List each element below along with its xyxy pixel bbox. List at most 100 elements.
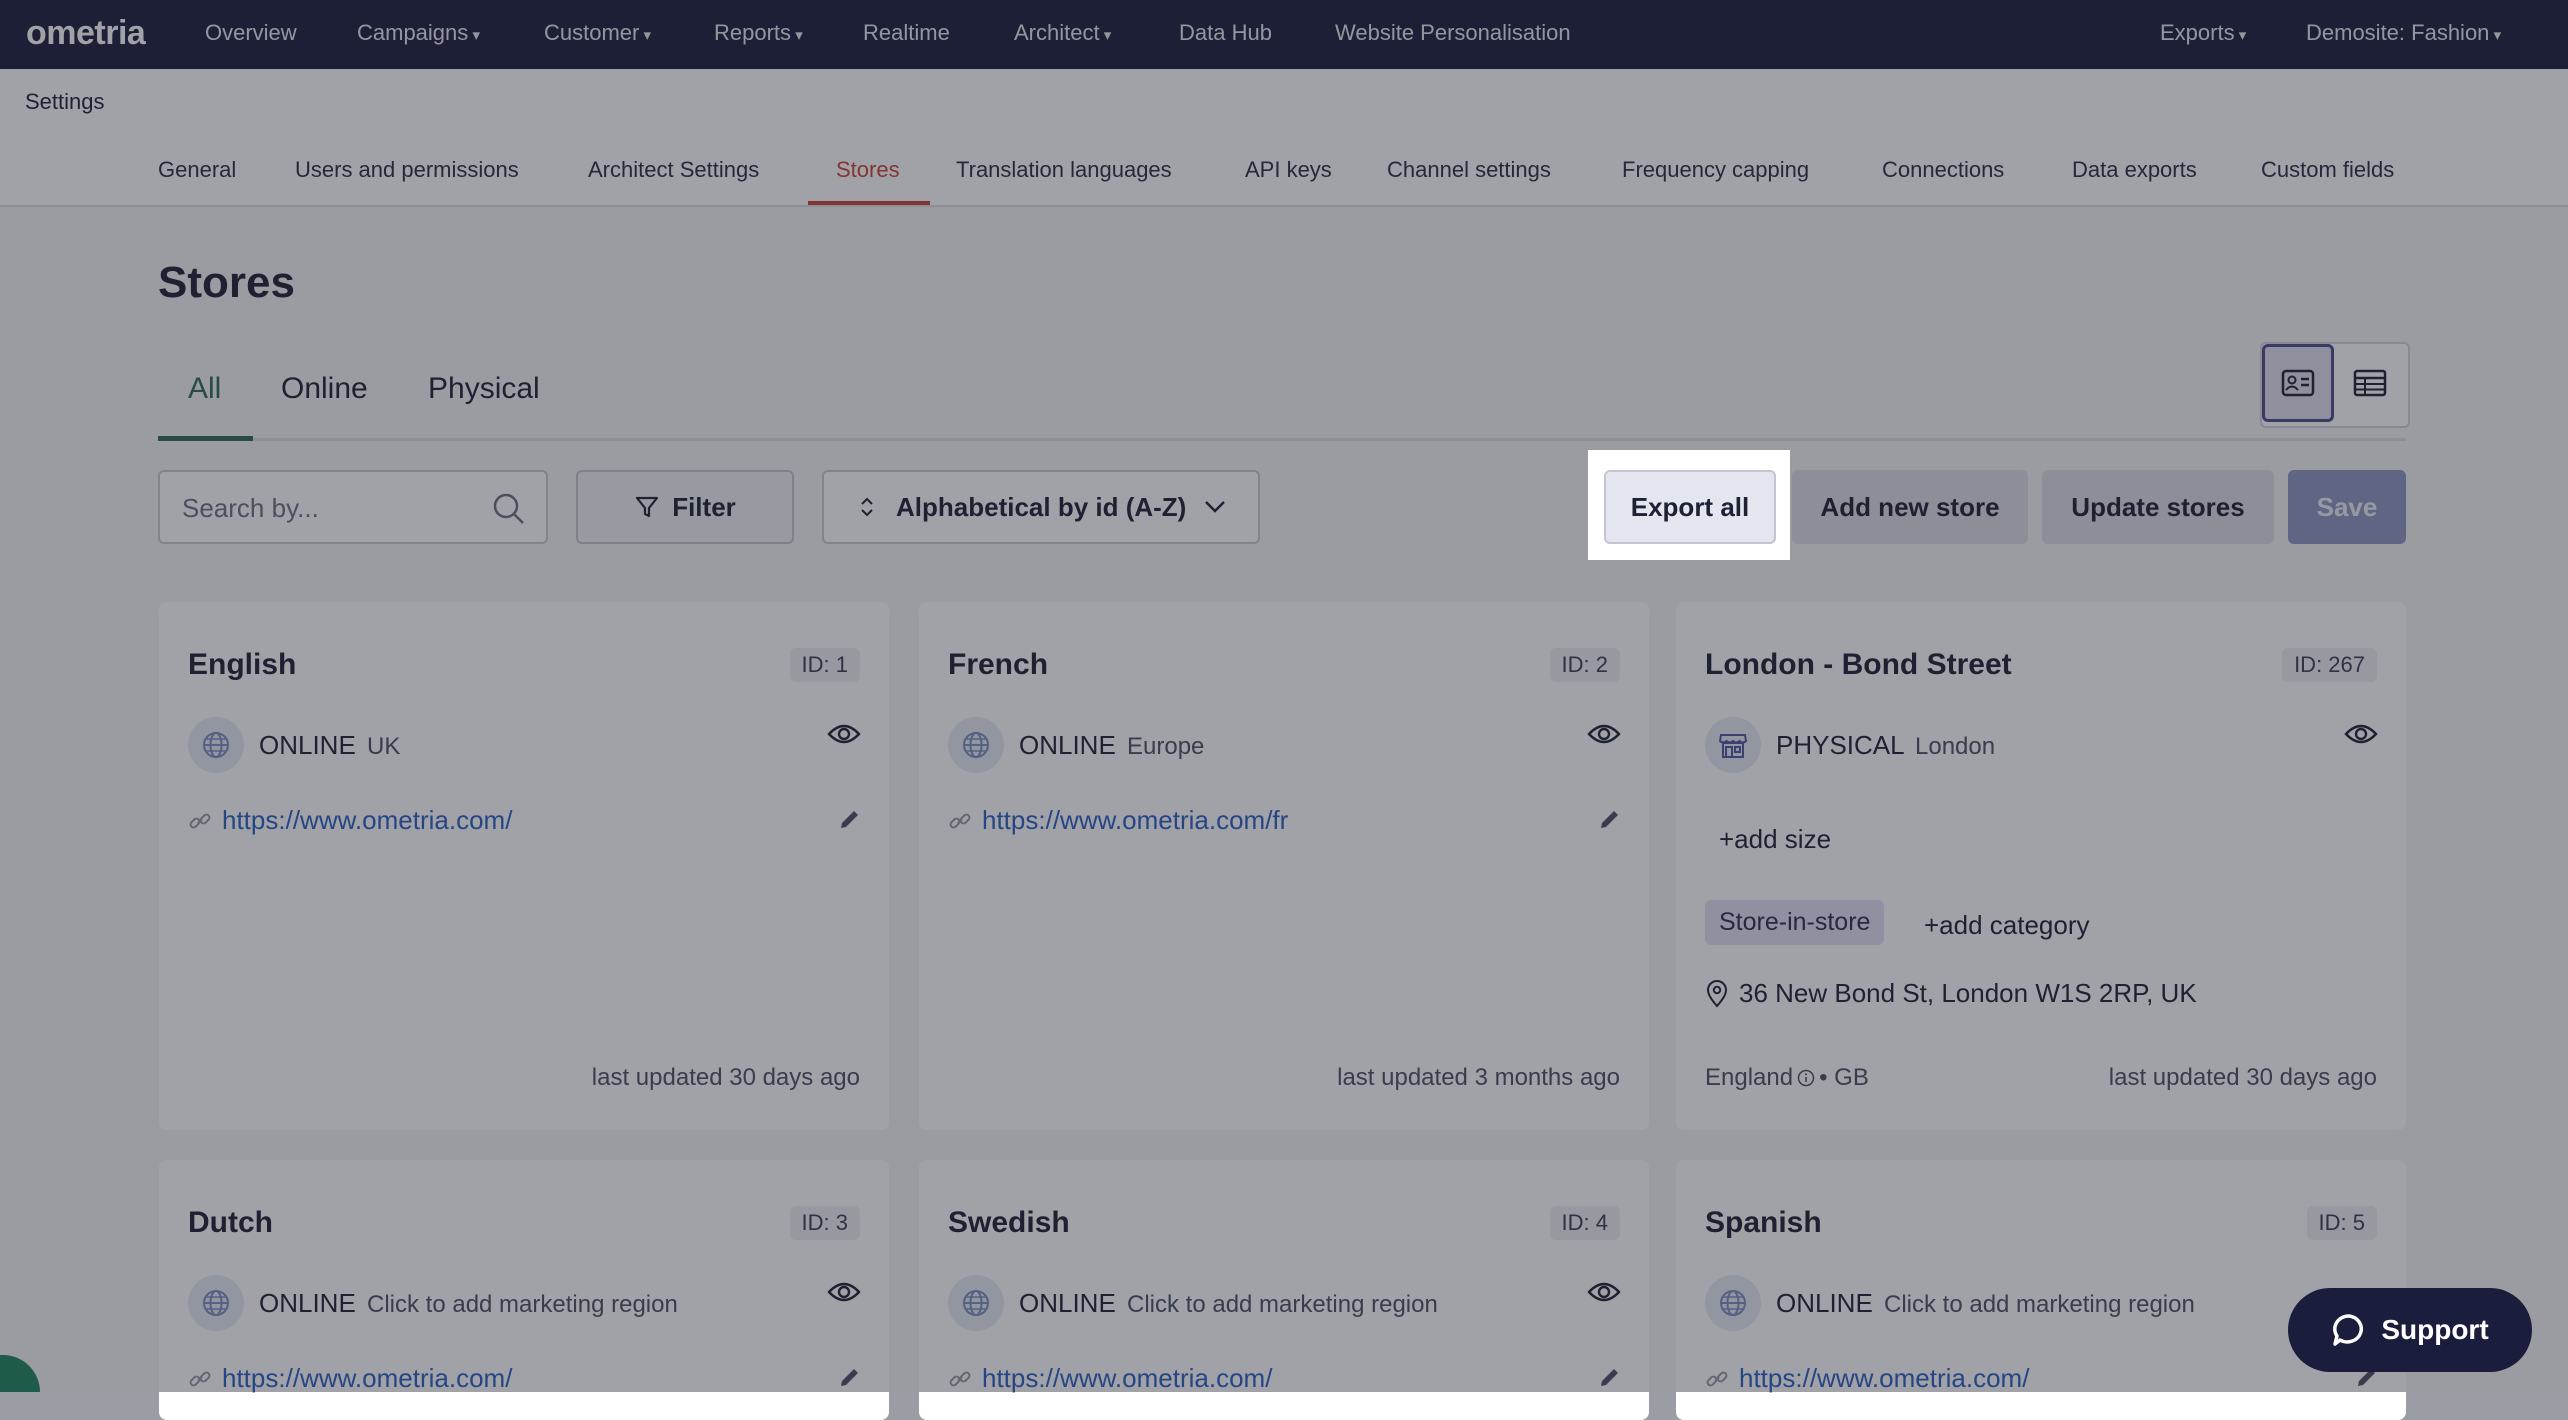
tab-stores[interactable]: Stores <box>836 157 900 183</box>
store-name: Swedish <box>948 1206 1070 1239</box>
tab-connections[interactable]: Connections <box>1882 157 2004 183</box>
tab-users-permissions[interactable]: Users and permissions <box>295 157 519 183</box>
store-region[interactable]: Europe <box>1127 733 1204 761</box>
filter-label: Filter <box>672 491 736 522</box>
tab-data-exports[interactable]: Data exports <box>2072 157 2197 183</box>
tab-general[interactable]: General <box>158 157 236 183</box>
sort-dropdown[interactable]: Alphabetical by id (A-Z) <box>822 470 1260 544</box>
store-url[interactable]: https://www.ometria.com/ <box>1739 1363 2029 1394</box>
add-category-link[interactable]: +add category <box>1924 910 2090 941</box>
store-type: ONLINE <box>1019 730 1116 760</box>
store-url-row: https://www.ometria.com/ <box>1705 1363 2029 1394</box>
nav-realtime[interactable]: Realtime <box>863 20 950 46</box>
chat-bubble-icon <box>2333 1314 2364 1346</box>
last-updated: last updated 30 days ago <box>2108 1064 2377 1091</box>
page-title: Stores <box>158 258 295 307</box>
logo-text: ometria <box>26 14 146 52</box>
store-type: ONLINE <box>1776 1288 1873 1318</box>
view-toggle <box>2260 342 2410 428</box>
add-new-store-button[interactable]: Add new store <box>1792 470 2028 544</box>
store-region[interactable]: Click to add marketing region <box>1127 1291 1438 1319</box>
store-name: London - Bond Street <box>1705 648 2012 681</box>
store-url-row: https://www.ometria.com/ <box>188 805 512 836</box>
nav-architect[interactable]: Architect <box>1014 20 1111 46</box>
export-all-button[interactable]: Export all <box>1604 470 1776 544</box>
last-updated: last updated 30 days ago <box>591 1064 860 1091</box>
tab-frequency-capping[interactable]: Frequency capping <box>1622 157 1809 183</box>
store-tab-all[interactable]: All <box>188 372 221 406</box>
store-address: 36 New Bond St, London W1S 2RP, UK <box>1705 978 2197 1009</box>
filter-button[interactable]: Filter <box>576 470 794 544</box>
nav-customer[interactable]: Customer <box>544 20 651 46</box>
globe-icon <box>1705 1275 1761 1331</box>
settings-tabs: General Users and permissions Architect … <box>0 137 2568 207</box>
edit-pencil-icon[interactable] <box>1597 808 1621 832</box>
tab-api-keys[interactable]: API keys <box>1245 157 1332 183</box>
edit-pencil-icon[interactable] <box>837 1366 861 1390</box>
category-tag[interactable]: Store-in-store <box>1705 900 1885 945</box>
add-size-link[interactable]: +add size <box>1719 824 1831 855</box>
link-icon <box>189 813 211 828</box>
nav-reports[interactable]: Reports <box>714 20 803 46</box>
tab-custom-fields[interactable]: Custom fields <box>2261 157 2394 183</box>
store-url[interactable]: https://www.ometria.com/ <box>982 1363 1272 1394</box>
store-url-row: https://www.ometria.com/ <box>948 1363 1272 1394</box>
globe-icon <box>188 717 244 773</box>
store-card-spanish[interactable]: Spanish ID: 5 ONLINE Click to add market… <box>1676 1160 2406 1420</box>
eye-icon[interactable] <box>827 1280 861 1304</box>
store-url[interactable]: https://www.ometria.com/ <box>222 1363 512 1394</box>
eye-icon[interactable] <box>2344 722 2378 746</box>
eye-icon[interactable] <box>827 722 861 746</box>
store-card-french[interactable]: French ID: 2 ONLINE Europe https://www.o… <box>919 602 1649 1130</box>
link-icon <box>189 1371 211 1386</box>
tab-architect-settings[interactable]: Architect Settings <box>588 157 759 183</box>
support-button[interactable]: Support <box>2288 1288 2532 1372</box>
store-url[interactable]: https://www.ometria.com/fr <box>982 805 1288 836</box>
store-card-dutch[interactable]: Dutch ID: 3 ONLINE Click to add marketin… <box>159 1160 889 1420</box>
store-region[interactable]: Click to add marketing region <box>367 1291 678 1319</box>
tab-translation-languages[interactable]: Translation languages <box>956 157 1172 183</box>
store-card-swedish[interactable]: Swedish ID: 4 ONLINE Click to add market… <box>919 1160 1649 1420</box>
tab-channel-settings[interactable]: Channel settings <box>1387 157 1551 183</box>
edit-pencil-icon[interactable] <box>1597 1366 1621 1390</box>
edit-pencil-icon[interactable] <box>837 808 861 832</box>
store-url-row: https://www.ometria.com/ <box>188 1363 512 1394</box>
top-nav: ometria Overview Campaigns Customer Repo… <box>0 0 2568 69</box>
table-view-icon <box>2353 369 2387 397</box>
store-id-badge: ID: 5 <box>2306 1206 2377 1240</box>
update-stores-button[interactable]: Update stores <box>2042 470 2274 544</box>
store-tab-indicator <box>158 436 253 441</box>
store-country: England • GB <box>1705 1064 1869 1092</box>
search-input[interactable] <box>180 490 484 526</box>
store-region[interactable]: London <box>1915 733 1995 761</box>
search-box[interactable] <box>158 470 548 544</box>
store-tab-physical[interactable]: Physical <box>428 372 540 406</box>
info-icon[interactable] <box>1797 1069 1815 1087</box>
store-region[interactable]: UK <box>367 733 400 761</box>
card-view-button[interactable] <box>2262 344 2334 422</box>
store-card-english[interactable]: English ID: 1 ONLINE UK https://www.omet… <box>159 602 889 1130</box>
nav-exports[interactable]: Exports <box>2160 20 2246 46</box>
eye-icon[interactable] <box>1587 722 1621 746</box>
support-label: Support <box>2381 1314 2489 1345</box>
ometria-logo[interactable]: ometria <box>26 14 146 53</box>
eye-icon[interactable] <box>1587 1280 1621 1304</box>
store-region[interactable]: Click to add marketing region <box>1884 1291 2195 1319</box>
link-icon <box>949 1371 971 1386</box>
location-pin-icon <box>1706 979 1728 1007</box>
account-menu[interactable]: Demosite: Fashion <box>2306 20 2501 46</box>
store-id-badge: ID: 1 <box>789 648 860 682</box>
store-type: PHYSICAL <box>1776 730 1905 760</box>
nav-campaigns[interactable]: Campaigns <box>357 20 480 46</box>
save-button[interactable]: Save <box>2288 470 2406 544</box>
store-tab-online[interactable]: Online <box>281 372 368 406</box>
nav-website-personalisation[interactable]: Website Personalisation <box>1335 20 1571 46</box>
store-url[interactable]: https://www.ometria.com/ <box>222 805 512 836</box>
link-icon <box>1706 1371 1728 1386</box>
nav-data-hub[interactable]: Data Hub <box>1179 20 1272 46</box>
nav-overview[interactable]: Overview <box>205 20 297 46</box>
store-card-london-bond-street[interactable]: London - Bond Street ID: 267 PHYSICAL Lo… <box>1676 602 2406 1130</box>
table-view-button[interactable] <box>2334 344 2406 422</box>
store-id-badge: ID: 2 <box>1549 648 1620 682</box>
store-type: ONLINE <box>259 1288 356 1318</box>
